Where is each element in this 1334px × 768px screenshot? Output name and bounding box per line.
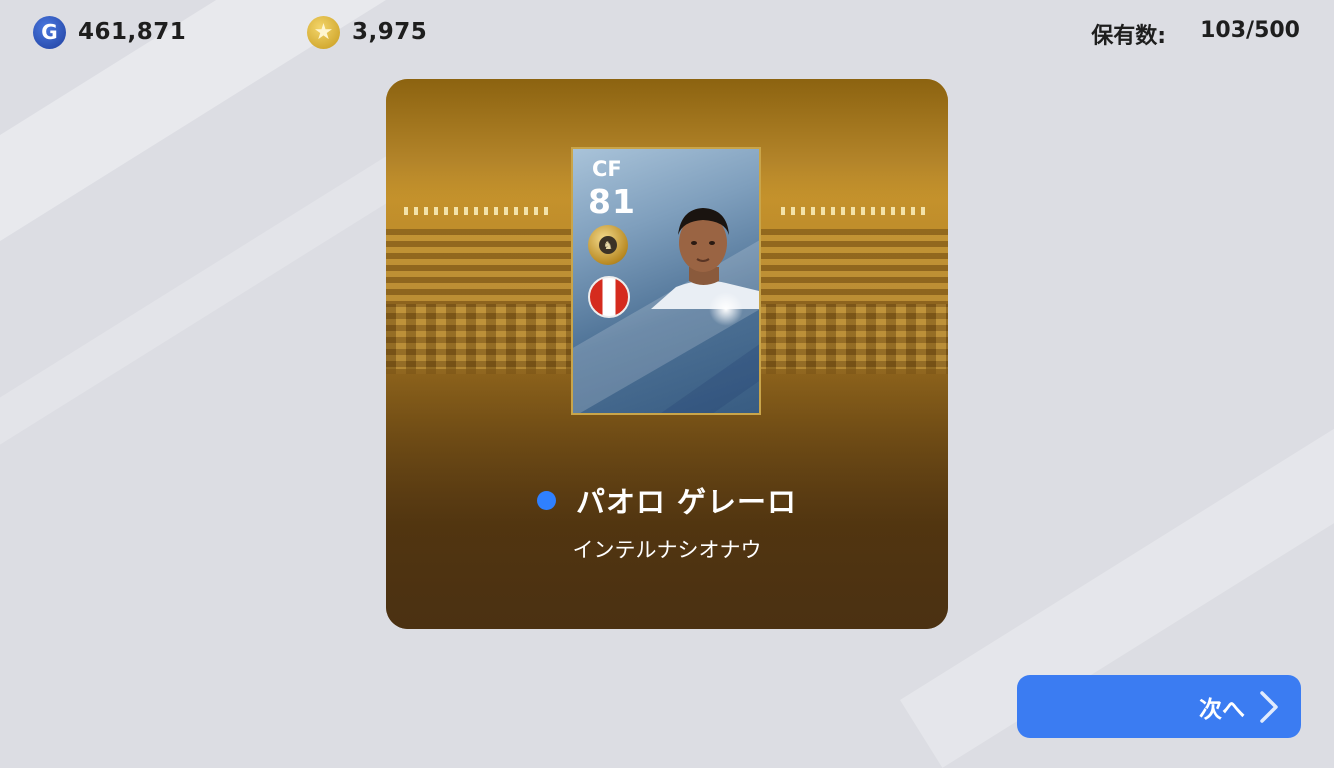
stadium-lights xyxy=(781,207,931,215)
owned-count: 保有数: 103/500 xyxy=(1091,18,1300,50)
card-rating: 81 xyxy=(588,182,636,221)
owned-value: 103/500 xyxy=(1200,18,1300,43)
player-team: インテルナシオナウ xyxy=(572,538,762,562)
peru-flag-icon xyxy=(588,276,630,318)
owned-label: 保有数: xyxy=(1091,24,1167,49)
chevron-right-icon xyxy=(1260,690,1278,723)
gp-value: 461,871 xyxy=(78,19,187,45)
card-position: CF xyxy=(592,157,622,181)
player-card[interactable]: CF 81 ♞ xyxy=(571,147,761,415)
gp-icon: G xyxy=(33,15,66,49)
player-indicator-dot xyxy=(536,490,556,510)
next-button-label: 次へ xyxy=(1199,696,1245,723)
coin-balance: ★ 3,975 xyxy=(307,14,427,50)
stadium-lights xyxy=(404,207,554,215)
next-button[interactable]: 次へ xyxy=(1017,675,1301,738)
player-acquired-panel: CF 81 ♞ パオロ ゲレーロ インテルナシオナウ xyxy=(386,79,948,629)
club-badge-glyph: ♞ xyxy=(599,236,617,254)
star-coin-icon: ★ xyxy=(307,15,340,49)
club-badge-icon: ♞ xyxy=(588,225,628,265)
player-name: パオロ ゲレーロ xyxy=(575,485,798,519)
gp-balance: G 461,871 xyxy=(33,14,186,50)
card-sparkle xyxy=(706,289,746,329)
player-name-row: パオロ ゲレーロ xyxy=(386,479,948,521)
coin-value: 3,975 xyxy=(352,19,428,45)
